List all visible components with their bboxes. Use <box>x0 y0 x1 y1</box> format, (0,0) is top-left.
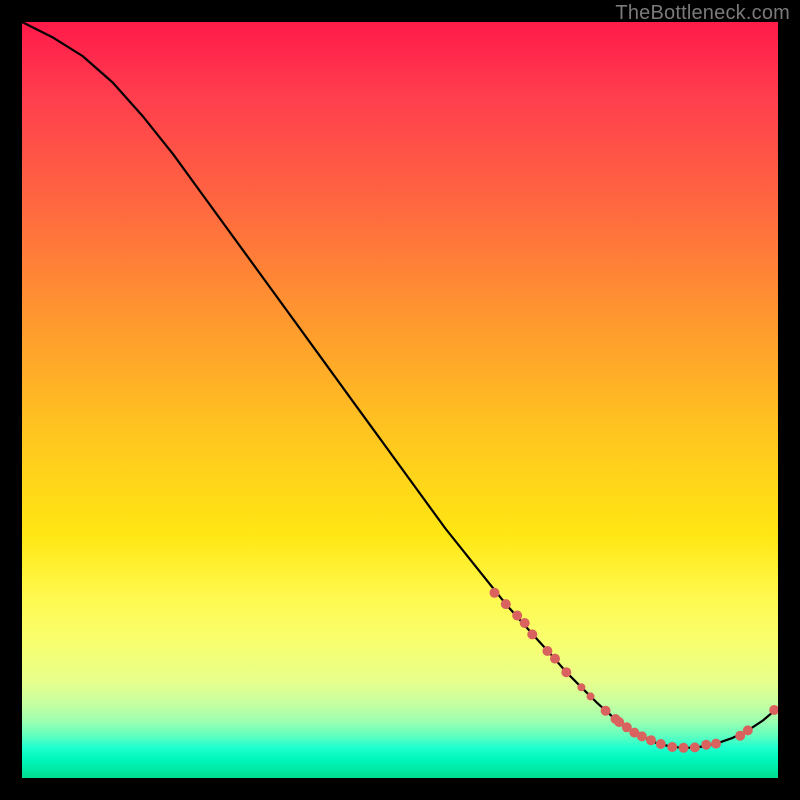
chart-marker <box>601 706 611 716</box>
chart-marker <box>711 739 721 749</box>
attribution-label: TheBottleneck.com <box>615 2 790 25</box>
chart-marker <box>520 618 530 628</box>
chart-marker <box>542 646 552 656</box>
chart-stage: TheBottleneck.com <box>0 0 800 800</box>
chart-marker <box>550 654 560 664</box>
chart-markers <box>490 588 779 753</box>
chart-marker <box>679 743 689 753</box>
chart-marker <box>512 611 522 621</box>
chart-plot-area <box>22 22 778 778</box>
chart-marker <box>743 725 753 735</box>
chart-marker <box>501 599 511 609</box>
chart-marker <box>527 629 537 639</box>
chart-marker <box>637 731 647 741</box>
chart-marker <box>577 683 585 691</box>
chart-marker <box>561 667 571 677</box>
chart-marker <box>656 739 666 749</box>
chart-marker <box>701 740 711 750</box>
chart-marker <box>490 588 500 598</box>
chart-curve <box>22 22 778 748</box>
chart-marker <box>667 742 677 752</box>
chart-svg <box>22 22 778 778</box>
chart-marker <box>587 692 595 700</box>
chart-marker <box>646 735 656 745</box>
chart-marker <box>690 742 700 752</box>
